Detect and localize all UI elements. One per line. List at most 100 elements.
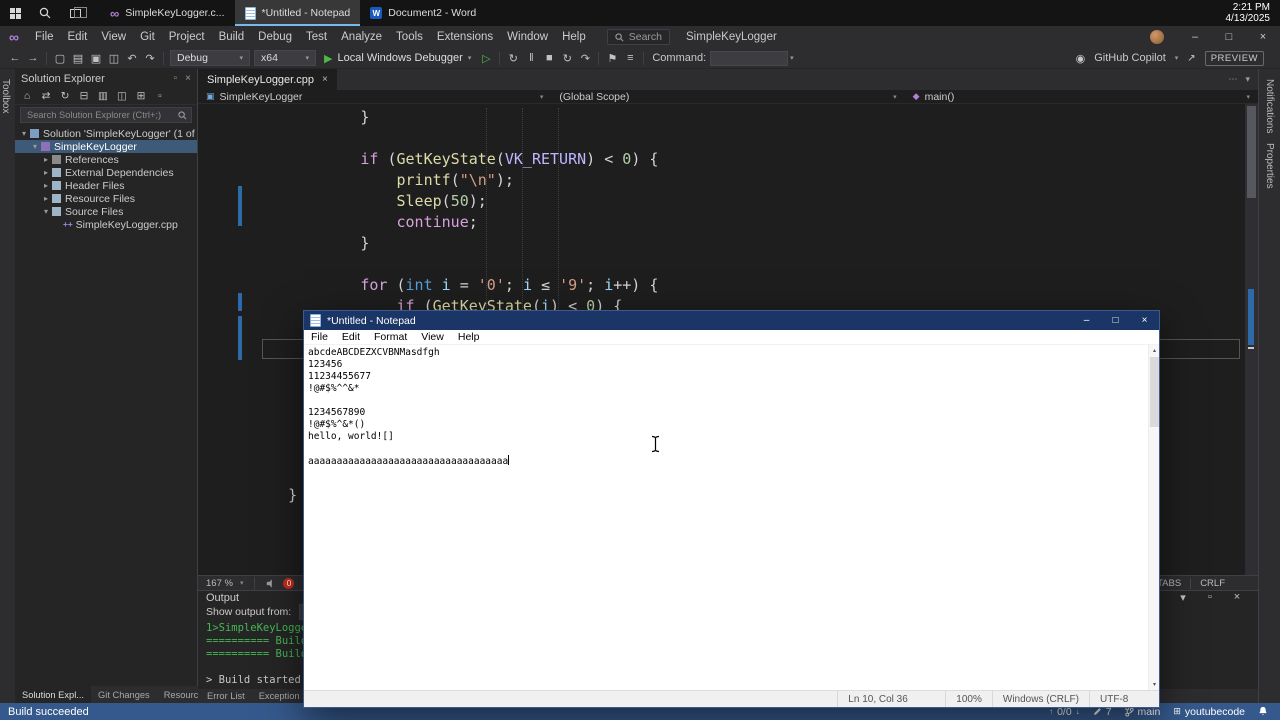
github-copilot-icon[interactable]: ◉: [1076, 52, 1086, 65]
error-count-badge[interactable]: 0: [283, 578, 294, 589]
command-input[interactable]: [710, 51, 788, 66]
switch-icon[interactable]: ⇄: [40, 90, 52, 102]
solution-explorer-search[interactable]: [20, 107, 192, 123]
platform-dropdown[interactable]: x64▾: [254, 50, 316, 66]
notepad-maximize-button[interactable]: □: [1101, 311, 1130, 330]
expand-all-icon[interactable]: ⊞: [135, 90, 147, 102]
close-tab-icon[interactable]: ×: [322, 74, 328, 85]
notepad-title-bar[interactable]: *Untitled - Notepad – □ ×: [304, 311, 1159, 330]
toolbox-side-tab[interactable]: Toolbox: [0, 79, 11, 113]
scroll-up-icon[interactable]: ▴: [1149, 347, 1159, 354]
tab-list-caret-icon[interactable]: ▾: [1245, 74, 1250, 85]
tree-item[interactable]: ▸Header Files: [15, 179, 197, 192]
undo-icon[interactable]: ↶: [123, 52, 141, 65]
breadcrumb-member-dropdown[interactable]: ◆ main() ▾: [905, 90, 1258, 103]
notepad-minimize-button[interactable]: –: [1072, 311, 1101, 330]
close-icon[interactable]: ×: [185, 73, 191, 84]
configuration-dropdown[interactable]: Debug▾: [170, 50, 250, 66]
menu-item[interactable]: Edit: [61, 26, 95, 48]
notepad-menu-item[interactable]: Help: [451, 330, 487, 344]
git-repository[interactable]: ⊞ youtubecode: [1173, 706, 1245, 718]
pause-icon[interactable]: ‖: [522, 52, 540, 65]
expander-icon[interactable]: ▾: [41, 207, 51, 216]
notepad-window[interactable]: *Untitled - Notepad – □ × FileEditFormat…: [303, 310, 1160, 708]
step-over-icon[interactable]: ↷: [576, 52, 594, 65]
expander-icon[interactable]: ▸: [41, 181, 51, 190]
notepad-scrollbar[interactable]: ▴ ▾: [1148, 345, 1159, 690]
expander-icon[interactable]: ▸: [41, 155, 51, 164]
side-tab[interactable]: Notifications: [1264, 79, 1275, 133]
tab-options-icon[interactable]: ⋯: [1228, 74, 1237, 85]
taskbar-app-vs[interactable]: ∞SimpleKeyLogger.c...: [100, 0, 235, 26]
bookmark-icon[interactable]: ⚑: [603, 52, 621, 65]
forward-icon[interactable]: →: [24, 52, 42, 64]
expander-icon[interactable]: ▸: [41, 168, 51, 177]
menu-item[interactable]: Tools: [389, 26, 430, 48]
tree-item[interactable]: ▾Source Files: [15, 205, 197, 218]
notepad-menu-item[interactable]: View: [414, 330, 451, 344]
tree-item[interactable]: ▸References: [15, 153, 197, 166]
breadcrumb-project-dropdown[interactable]: ▣ SimpleKeyLogger ▾: [198, 90, 551, 103]
taskbar-app-notepad[interactable]: *Untitled - Notepad: [235, 0, 361, 26]
menu-item[interactable]: Help: [555, 26, 593, 48]
save-all-icon[interactable]: ◫: [105, 52, 123, 65]
vs-maximize-button[interactable]: □: [1212, 26, 1246, 48]
save-icon[interactable]: ▣: [87, 52, 105, 65]
search-input[interactable]: [25, 109, 174, 121]
tree-item[interactable]: ▾Solution 'SimpleKeyLogger' (1 of 1 proj…: [15, 127, 197, 140]
start-button[interactable]: [0, 0, 30, 26]
scroll-down-icon[interactable]: ▾: [1149, 681, 1159, 688]
side-tab[interactable]: Properties: [1264, 143, 1275, 189]
pin-icon[interactable]: ▫: [154, 90, 166, 102]
menu-item[interactable]: Window: [500, 26, 555, 48]
tree-item[interactable]: ++SimpleKeyLogger.cpp: [15, 218, 197, 231]
menu-item[interactable]: Project: [162, 26, 212, 48]
dock-tab[interactable]: Error List: [200, 689, 252, 703]
new-file-icon[interactable]: ▢: [51, 52, 69, 65]
caret-icon[interactable]: ▾: [1174, 591, 1192, 604]
start-without-debugging-icon[interactable]: ▷: [477, 52, 495, 65]
home-icon[interactable]: ⌂: [21, 90, 33, 102]
tree-item[interactable]: ▸External Dependencies: [15, 166, 197, 179]
expander-icon[interactable]: ▾: [30, 142, 40, 151]
notepad-zoom-indicator[interactable]: 100%: [945, 691, 992, 707]
notifications-bell-icon[interactable]: [1258, 706, 1268, 717]
notepad-text-area[interactable]: abcdeABCDEZXCVBNMasdfgh12345611234455677…: [304, 345, 1159, 690]
expander-icon[interactable]: ▸: [41, 194, 51, 203]
github-copilot-label[interactable]: GitHub Copilot: [1094, 52, 1166, 64]
vs-minimize-button[interactable]: –: [1178, 26, 1212, 48]
speaker-icon[interactable]: [266, 579, 276, 588]
back-icon[interactable]: ←: [6, 52, 24, 64]
zoom-level[interactable]: 167 %: [206, 578, 233, 589]
scrollbar-thumb[interactable]: [1247, 106, 1256, 198]
collapse-all-icon[interactable]: ⊟: [78, 90, 90, 102]
list-icon[interactable]: ≡: [621, 52, 639, 65]
pin-icon[interactable]: ▫: [174, 73, 178, 84]
menu-item[interactable]: Build: [212, 26, 252, 48]
tree-item[interactable]: ▾SimpleKeyLogger: [15, 140, 197, 153]
hot-reload-icon[interactable]: ↻: [504, 52, 522, 65]
task-view-button[interactable]: [60, 0, 90, 26]
menu-item[interactable]: View: [94, 26, 133, 48]
notepad-menu-item[interactable]: Format: [367, 330, 414, 344]
open-icon[interactable]: ▤: [69, 52, 87, 65]
editor-scrollbar[interactable]: [1245, 104, 1258, 575]
zoom-caret-icon[interactable]: ▾: [240, 579, 244, 587]
close-icon[interactable]: ×: [1228, 591, 1246, 604]
dock-tab[interactable]: Git Changes: [91, 686, 157, 703]
start-debugging-button[interactable]: ▶ Local Windows Debugger ▾: [318, 52, 477, 65]
expander-icon[interactable]: ▾: [19, 129, 29, 138]
user-avatar[interactable]: [1150, 30, 1164, 44]
preview-pane-icon[interactable]: ◫: [116, 90, 128, 102]
notepad-menu-item[interactable]: File: [304, 330, 335, 344]
menu-item[interactable]: Debug: [251, 26, 299, 48]
notepad-close-button[interactable]: ×: [1130, 311, 1159, 330]
line-ending-indicator[interactable]: CRLF: [1190, 578, 1234, 589]
taskbar-clock[interactable]: 2:21 PM 4/13/2025: [1226, 0, 1280, 26]
taskbar-app-word[interactable]: WDocument2 - Word: [360, 0, 486, 26]
sync-icon[interactable]: ↻: [59, 90, 71, 102]
vs-close-button[interactable]: ×: [1246, 26, 1280, 48]
menu-item[interactable]: File: [28, 26, 61, 48]
menu-item[interactable]: Test: [299, 26, 334, 48]
stop-icon[interactable]: ■: [540, 52, 558, 65]
